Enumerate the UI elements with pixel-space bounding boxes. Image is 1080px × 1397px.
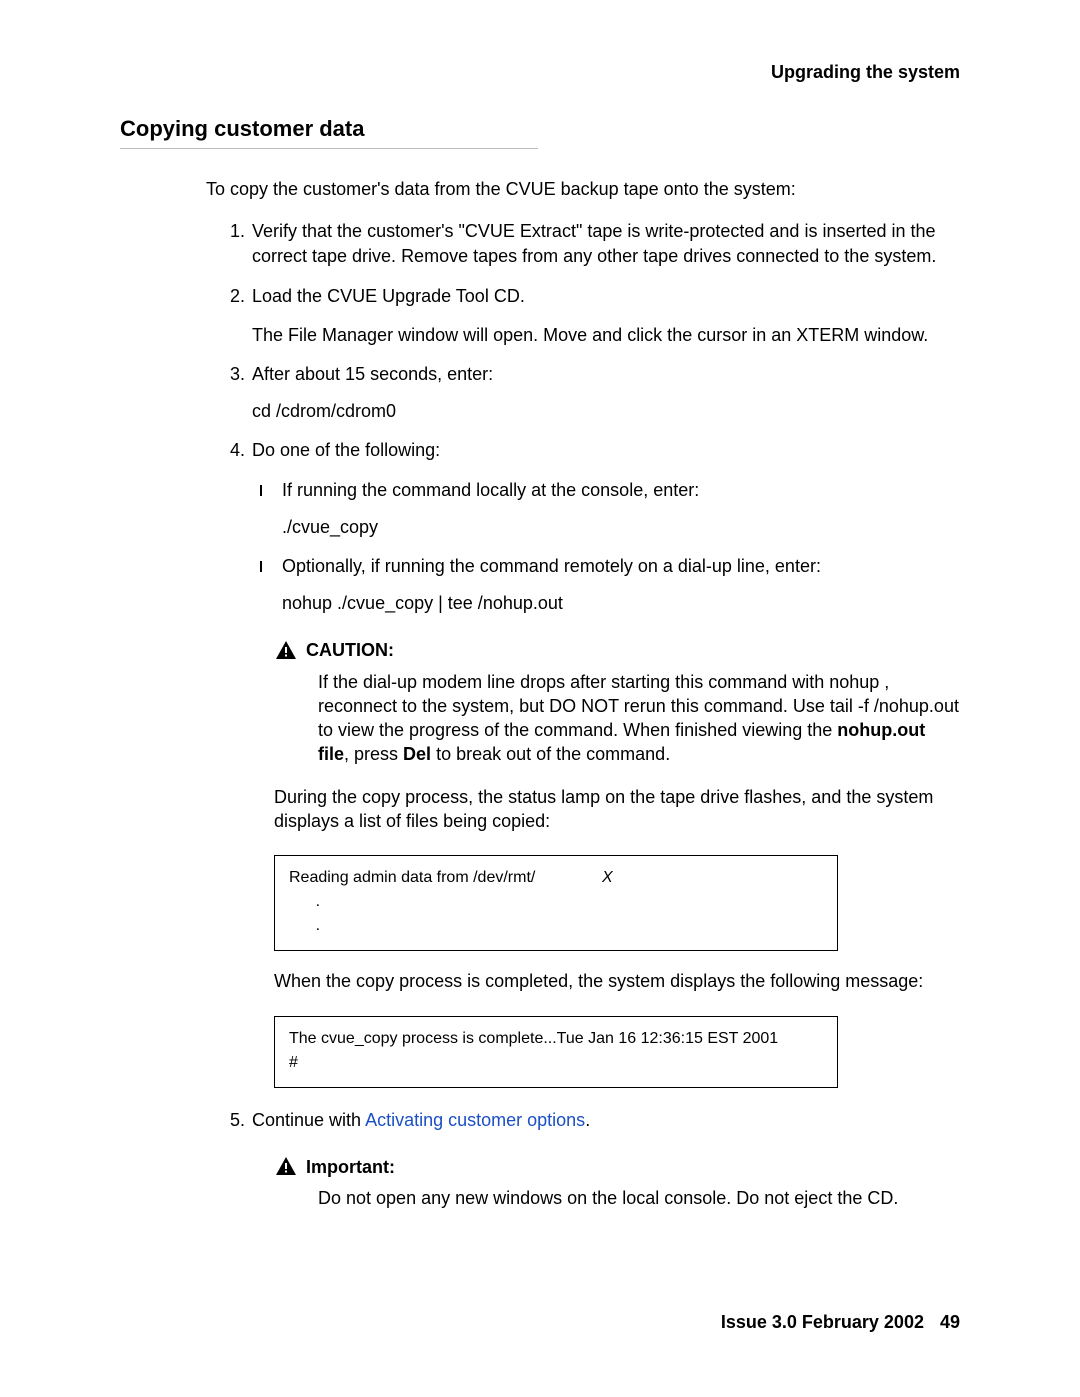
step-item: 4. Do one of the following: If running t… (230, 438, 960, 1087)
title-rule (120, 148, 538, 149)
step-text: After about 15 seconds, enter: (252, 364, 493, 384)
step-code: cd /cdrom/cdrom0 (252, 399, 960, 424)
step-number: 5. (230, 1108, 245, 1133)
caution-text: to break out of the command. (431, 744, 670, 764)
step-item: 1. Verify that the customer's "CVUE Extr… (230, 219, 960, 269)
sub-option: If running the command locally at the co… (252, 478, 960, 540)
terminal-placeholder: X (602, 869, 613, 886)
step-number: 1. (230, 219, 245, 244)
step-text: Do one of the following: (252, 440, 440, 460)
section-title: Copying customer data (120, 116, 960, 142)
terminal-line: . (289, 914, 823, 938)
caution-text: , press (344, 744, 403, 764)
step-text: Verify that the customer's "CVUE Extract… (252, 221, 936, 266)
important-body: Do not open any new windows on the local… (318, 1186, 960, 1210)
sub-option-list: If running the command locally at the co… (252, 478, 960, 617)
sub-option-text: If running the command locally at the co… (282, 480, 699, 500)
sub-option-code: ./cvue_copy (282, 515, 960, 540)
caution-bold: Del (403, 744, 431, 764)
after-copy-paragraph: When the copy process is completed, the … (274, 969, 960, 993)
page-number: 49 (940, 1312, 960, 1332)
terminal-text: Reading admin data from /dev/rmt/ (289, 869, 535, 886)
sub-option-code: nohup ./cvue_copy | tee /nohup.out (282, 591, 960, 616)
during-copy-paragraph: During the copy process, the status lamp… (274, 785, 960, 834)
step-number: 4. (230, 438, 245, 463)
sub-option: Optionally, if running the command remot… (252, 554, 960, 616)
important-header: Important: (274, 1155, 960, 1180)
page: Upgrading the system Copying customer da… (0, 0, 1080, 1397)
terminal-line: # (289, 1051, 823, 1075)
step-number: 3. (230, 362, 245, 387)
step-text: Continue with (252, 1110, 365, 1130)
issue-date: Issue 3.0 February 2002 (721, 1312, 924, 1332)
intro-paragraph: To copy the customer's data from the CVU… (206, 177, 960, 201)
caution-block: CAUTION: If the dial-up modem line drops… (274, 638, 960, 766)
terminal-line: . (289, 890, 823, 914)
step-text: . (585, 1110, 590, 1130)
warning-icon (274, 1155, 298, 1179)
terminal-output: The cvue_copy process is complete...Tue … (274, 1016, 838, 1088)
step-number: 2. (230, 284, 245, 309)
step-item: 2. Load the CVUE Upgrade Tool CD. The Fi… (230, 284, 960, 348)
page-footer: Issue 3.0 February 2002 49 (721, 1312, 960, 1333)
caution-label: CAUTION: (306, 638, 394, 663)
step-text: Load the CVUE Upgrade Tool CD. (252, 286, 525, 306)
step-item: 3. After about 15 seconds, enter: cd /cd… (230, 362, 960, 424)
sub-option-text: Optionally, if running the command remot… (282, 556, 821, 576)
step-list: 1. Verify that the customer's "CVUE Extr… (230, 219, 960, 1210)
cross-reference-link[interactable]: Activating customer options (365, 1110, 585, 1130)
caution-header: CAUTION: (274, 638, 960, 663)
step-follow: The File Manager window will open. Move … (252, 323, 960, 348)
terminal-line: The cvue_copy process is complete...Tue … (289, 1027, 823, 1051)
terminal-output: Reading admin data from /dev/rmt/ X . . (274, 855, 838, 951)
important-block: Important: Do not open any new windows o… (274, 1155, 960, 1210)
running-header: Upgrading the system (771, 62, 960, 83)
warning-icon (274, 639, 298, 663)
important-label: Important: (306, 1155, 395, 1180)
terminal-line: Reading admin data from /dev/rmt/ X (289, 866, 823, 890)
caution-body: If the dial-up modem line drops after st… (318, 670, 960, 767)
step-item: 5. Continue with Activating customer opt… (230, 1108, 960, 1211)
